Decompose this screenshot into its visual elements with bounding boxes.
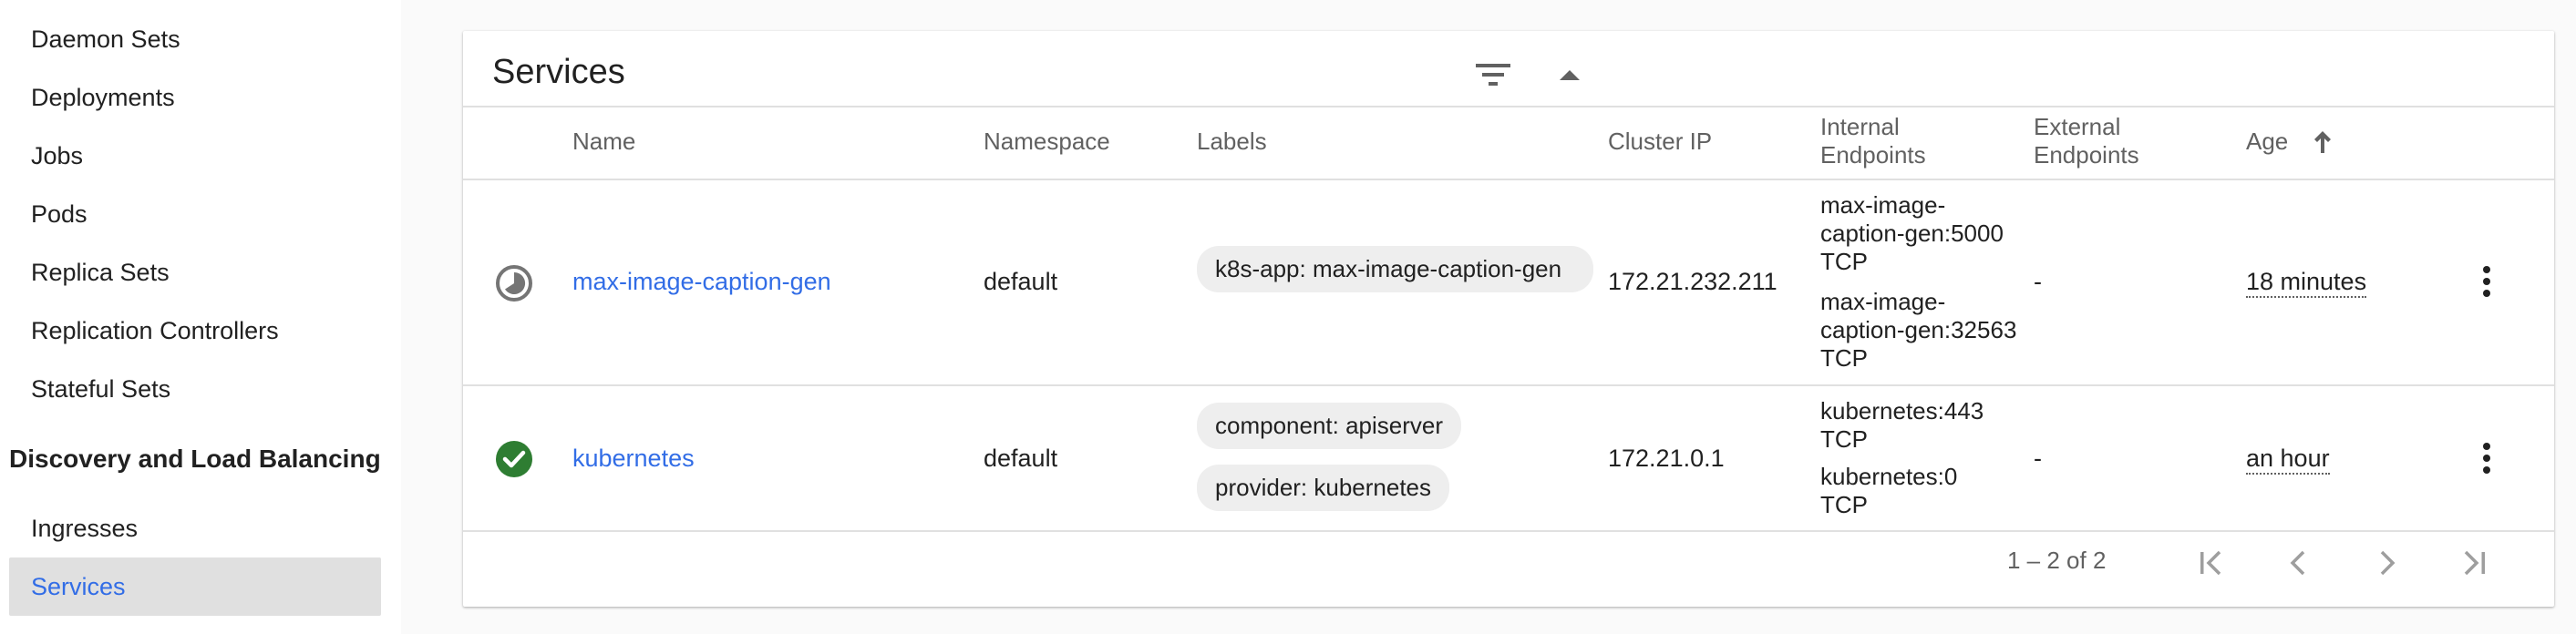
external-endpoint-value: - <box>2034 268 2042 295</box>
column-header-internal-endpoints: Internal Endpoints <box>1820 113 1926 169</box>
more-vert-icon <box>2483 443 2490 474</box>
age-cell: 18 minutes <box>2246 267 2367 298</box>
age-value: an hour <box>2246 445 2330 475</box>
last-page-button[interactable] <box>2452 541 2496 585</box>
internal-endpoint: kubernetes:0 TCP <box>1820 463 1958 518</box>
column-header-namespace[interactable]: Namespace <box>984 128 1110 156</box>
label-chip: k8s-app: max-image-caption-gen <box>1197 246 1593 292</box>
age-value: 18 minutes <box>2246 268 2367 298</box>
divider <box>463 530 2554 532</box>
card-title: Services <box>492 53 625 91</box>
sidebar-item-pods[interactable]: Pods <box>31 199 88 229</box>
sort-ascending-icon[interactable] <box>2313 129 2332 153</box>
services-card: Services Name Namespace Labels Cluster I… <box>463 31 2554 607</box>
sidebar-item-label: Services <box>31 573 126 600</box>
first-page-icon <box>2200 550 2221 576</box>
more-vert-icon <box>2483 266 2490 297</box>
sidebar-item-replication-controllers[interactable]: Replication Controllers <box>31 316 279 345</box>
column-header-cluster-ip: Cluster IP <box>1608 128 1713 155</box>
column-header-labels: Labels <box>1197 128 1267 155</box>
label-chip: component: apiserver <box>1197 403 1462 449</box>
chevron-left-icon <box>2290 550 2305 576</box>
column-header-age[interactable]: Age <box>2246 128 2288 156</box>
sidebar-item-services[interactable]: Services <box>9 557 381 616</box>
sidebar-item-jobs[interactable]: Jobs <box>31 141 83 170</box>
external-endpoint-value: - <box>2034 445 2042 472</box>
age-cell: an hour <box>2246 444 2330 475</box>
last-page-icon <box>2464 550 2485 576</box>
collapse-button[interactable] <box>1548 53 1592 97</box>
internal-endpoint: max-image-caption-gen:5000 TCP <box>1820 191 2004 275</box>
previous-page-button[interactable] <box>2277 541 2321 585</box>
filter-button[interactable] <box>1471 53 1515 97</box>
column-header-external-endpoints: External Endpoints <box>2034 113 2139 169</box>
pagination-range: 1 – 2 of 2 <box>2007 547 2107 574</box>
chevron-up-icon <box>1560 70 1580 80</box>
next-page-button[interactable] <box>2365 541 2408 585</box>
namespace-value: default <box>984 445 1058 472</box>
sidebar-item-stateful-sets[interactable]: Stateful Sets <box>31 374 170 404</box>
filter-icon <box>1476 64 1510 86</box>
first-page-button[interactable] <box>2190 541 2233 585</box>
sidebar-item-ingresses[interactable]: Ingresses <box>31 514 138 543</box>
cluster-ip-value: 172.21.232.211 <box>1608 268 1777 295</box>
cluster-ip-value: 172.21.0.1 <box>1608 445 1725 472</box>
namespace-value: default <box>984 268 1058 295</box>
label-chip: provider: kubernetes <box>1197 465 1450 511</box>
internal-endpoint: max-image-caption-gen:32563 TCP <box>1820 288 2017 372</box>
row-actions-button[interactable] <box>2468 436 2505 480</box>
pending-status-icon <box>496 265 532 302</box>
chevron-right-icon <box>2380 550 2396 576</box>
sidebar-item-replica-sets[interactable]: Replica Sets <box>31 258 170 287</box>
row-actions-button[interactable] <box>2468 260 2505 303</box>
sidebar-item-daemon-sets[interactable]: Daemon Sets <box>31 25 180 54</box>
divider <box>463 179 2554 180</box>
internal-endpoint: kubernetes:443 TCP <box>1820 397 1984 453</box>
divider <box>463 106 2554 107</box>
sidebar: Daemon Sets Deployments Jobs Pods Replic… <box>0 0 401 634</box>
sidebar-item-deployments[interactable]: Deployments <box>31 83 175 112</box>
service-name-link[interactable]: max-image-caption-gen <box>572 267 831 296</box>
column-header-name[interactable]: Name <box>572 128 635 156</box>
sidebar-section-discovery[interactable]: Discovery and Load Balancing <box>9 445 381 474</box>
divider <box>463 384 2554 386</box>
service-name-link[interactable]: kubernetes <box>572 444 695 473</box>
check-circle-icon <box>496 441 532 477</box>
